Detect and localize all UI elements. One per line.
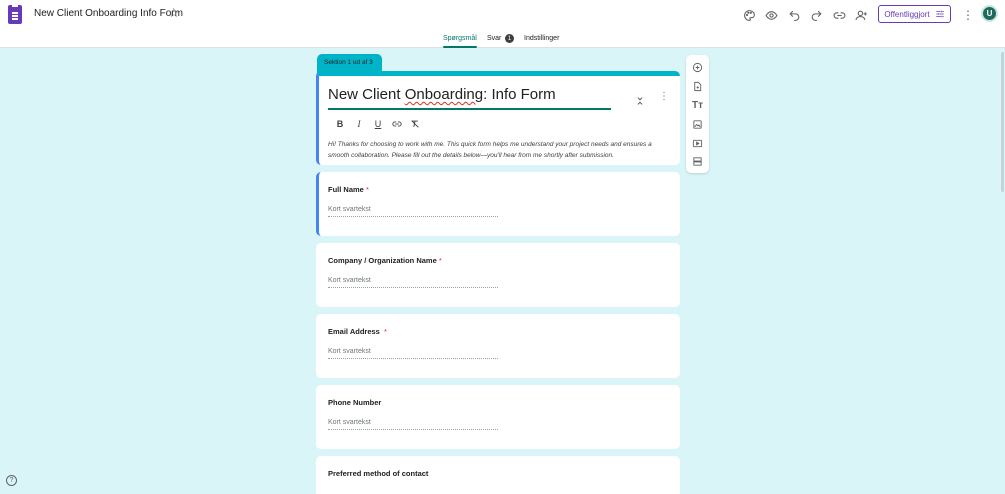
- add-person-icon[interactable]: [853, 7, 869, 23]
- document-title[interactable]: New Client Onboarding Info Form: [34, 8, 183, 19]
- add-title-icon[interactable]: Tт: [691, 99, 704, 112]
- link-icon[interactable]: [831, 7, 847, 23]
- form-title-card[interactable]: New Client Onboarding: Info Form ⋮ B I U…: [316, 71, 680, 165]
- forms-app-icon[interactable]: [8, 5, 22, 24]
- question-label: Phone Number: [328, 398, 382, 407]
- short-answer-field: Kort svartekst: [328, 348, 498, 359]
- question-label: Full Name *: [328, 185, 369, 194]
- scrollbar[interactable]: [1000, 48, 1005, 494]
- required-asterisk: *: [365, 185, 369, 194]
- publish-label: Offentliggjort: [884, 9, 930, 19]
- add-image-icon[interactable]: [691, 118, 704, 131]
- title-underline: [328, 108, 611, 110]
- question-card-contact-method[interactable]: Preferred method of contact: [316, 456, 680, 494]
- floating-toolbar: Tт: [686, 55, 709, 173]
- italic-icon[interactable]: I: [354, 119, 364, 129]
- required-asterisk: *: [384, 327, 387, 336]
- question-card-phone[interactable]: Phone Number Kort svartekst: [316, 385, 680, 449]
- link-icon[interactable]: [392, 119, 402, 129]
- question-card-full-name[interactable]: Full Name * Kort svartekst: [316, 172, 680, 236]
- undo-icon[interactable]: [786, 7, 802, 23]
- responses-count-badge: 1: [505, 34, 514, 43]
- scrollbar-thumb[interactable]: [1001, 52, 1004, 192]
- avatar[interactable]: U: [981, 5, 998, 22]
- form-title[interactable]: New Client Onboarding: Info Form: [328, 86, 556, 103]
- section-more-icon[interactable]: ⋮: [659, 90, 669, 104]
- question-label: Preferred method of contact: [328, 469, 429, 478]
- clear-formatting-icon[interactable]: [410, 119, 420, 129]
- add-question-icon[interactable]: [691, 61, 704, 74]
- tab-questions[interactable]: Spørgsmål: [443, 35, 477, 42]
- question-label: Company / Organization Name *: [328, 256, 442, 265]
- collapse-icon[interactable]: [635, 93, 645, 105]
- tune-icon: [935, 10, 944, 18]
- palette-icon[interactable]: [741, 7, 757, 23]
- tab-responses[interactable]: Svar: [487, 35, 501, 42]
- top-bar: New Client Onboarding Info Form ☆ Offent…: [0, 0, 1005, 30]
- bold-icon[interactable]: B: [335, 119, 345, 129]
- add-section-icon[interactable]: [691, 155, 704, 168]
- add-video-icon[interactable]: [691, 137, 704, 150]
- short-answer-field: Kort svartekst: [328, 419, 498, 430]
- form-description[interactable]: Hi! Thanks for choosing to work with me.…: [328, 140, 670, 161]
- short-answer-field: Kort svartekst: [328, 277, 498, 288]
- tab-settings[interactable]: Indstillinger: [524, 35, 559, 42]
- publish-button[interactable]: Offentliggjort: [878, 5, 951, 23]
- active-tab-indicator: [443, 46, 477, 48]
- help-icon[interactable]: ?: [6, 475, 17, 486]
- redo-icon[interactable]: [808, 7, 824, 23]
- required-asterisk: *: [438, 256, 442, 265]
- question-label: Email Address *: [328, 327, 387, 336]
- short-answer-field: Kort svartekst: [328, 206, 498, 217]
- eye-icon[interactable]: [763, 7, 779, 23]
- import-questions-icon[interactable]: [691, 80, 704, 93]
- tabs-bar: Spørgsmål Svar 1 Indstillinger: [0, 30, 1005, 48]
- question-card-company[interactable]: Company / Organization Name * Kort svart…: [316, 243, 680, 307]
- underline-icon[interactable]: U: [373, 119, 383, 129]
- star-icon[interactable]: ☆: [168, 6, 180, 19]
- question-card-email[interactable]: Email Address * Kort svartekst: [316, 314, 680, 378]
- more-vert-icon[interactable]: ⋮: [962, 8, 974, 22]
